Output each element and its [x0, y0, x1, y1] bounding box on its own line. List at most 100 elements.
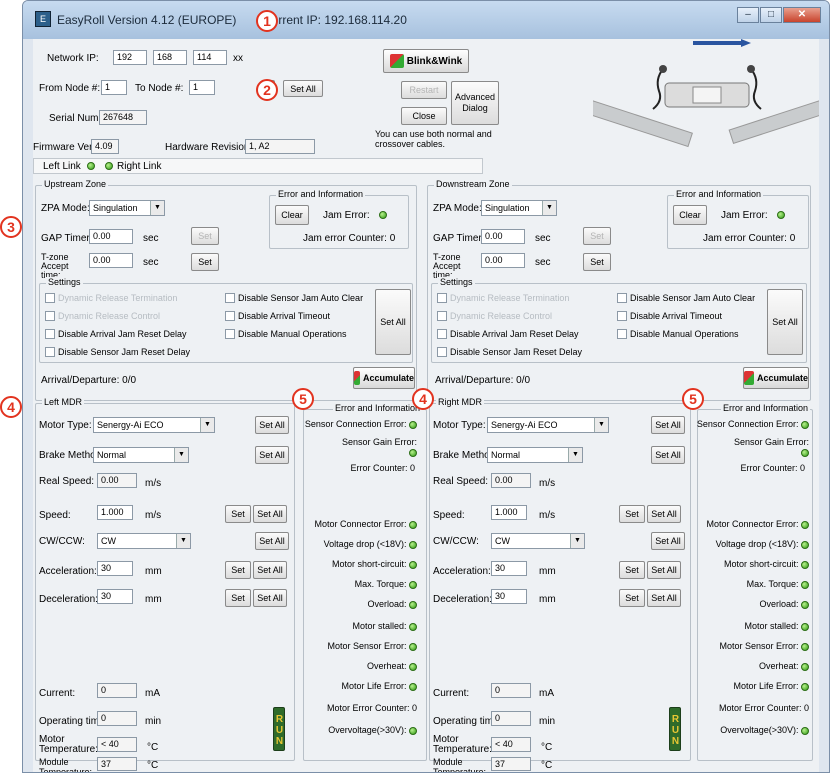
upstream-chk-sensor-jam-reset[interactable]: Disable Sensor Jam Reset Delay — [45, 347, 190, 357]
maximize-button[interactable]: □ — [760, 7, 782, 23]
upstream-chk-arrival-jam-reset[interactable]: Disable Arrival Jam Reset Delay — [45, 329, 187, 339]
sensor-gain-label: Sensor Gain Error: — [733, 437, 809, 447]
right-motor-type-select[interactable]: Senergy-Ai ECO ▼ — [487, 417, 609, 433]
upstream-chk-dyn-release-term[interactable]: Dynamic Release Termination — [45, 293, 177, 303]
right-mdr-error-title: Error and Information — [720, 403, 810, 413]
left-brake-select[interactable]: Normal ▼ — [93, 447, 189, 463]
downstream-gap-input[interactable]: 0.00 — [481, 229, 525, 244]
right-decel-set-button[interactable]: Set — [619, 589, 645, 607]
right-current-label: Current: — [433, 688, 470, 699]
right-cw-select[interactable]: CW ▼ — [491, 533, 585, 549]
right-motor-type-set-all-button[interactable]: Set All — [651, 416, 685, 434]
close-window-button[interactable]: ✕ — [783, 7, 821, 23]
ip-octet-1[interactable]: 192 — [113, 50, 147, 65]
right-speed-set-button[interactable]: Set — [619, 505, 645, 523]
left-motor-type-select[interactable]: Senergy-Ai ECO ▼ — [93, 417, 215, 433]
right-accel-set-button[interactable]: Set — [619, 561, 645, 579]
left-motor-error-counter: Motor Error Counter: 0 — [326, 703, 417, 713]
sensor-gain-label: Sensor Gain Error: — [341, 437, 417, 447]
downstream-gap-set-button[interactable]: Set — [583, 227, 611, 245]
left-decel-input[interactable]: 30 — [97, 589, 133, 604]
ip-octet-3[interactable]: 114 — [193, 50, 227, 65]
left-brake-set-all-button[interactable]: Set All — [255, 446, 289, 464]
upstream-gap-input[interactable]: 0.00 — [89, 229, 133, 244]
left-speed-set-all-button[interactable]: Set All — [253, 505, 287, 523]
left-cw-select[interactable]: CW ▼ — [97, 533, 191, 549]
downstream-chk-arrival-jam-reset[interactable]: Disable Arrival Jam Reset Delay — [437, 329, 579, 339]
left-speed-input[interactable]: 1.000 — [97, 505, 133, 520]
accumulate-icon — [354, 371, 360, 385]
chk-label: Disable Arrival Timeout — [630, 311, 723, 321]
left-speed-set-button[interactable]: Set — [225, 505, 251, 523]
right-cw-set-all-button[interactable]: Set All — [651, 532, 685, 550]
right-speed-set-all-button[interactable]: Set All — [647, 505, 681, 523]
downstream-chk-dyn-release-ctrl[interactable]: Dynamic Release Control — [437, 311, 552, 321]
left-optime-unit: min — [145, 716, 162, 727]
right-accel-set-all-button[interactable]: Set All — [647, 561, 681, 579]
downstream-chk-sensor-jam-auto[interactable]: Disable Sensor Jam Auto Clear — [617, 293, 755, 303]
close-button[interactable]: Close — [401, 107, 447, 125]
downstream-chk-dyn-release-term[interactable]: Dynamic Release Termination — [437, 293, 569, 303]
downstream-chk-sensor-jam-reset[interactable]: Disable Sensor Jam Reset Delay — [437, 347, 582, 357]
left-motor-type-set-all-button[interactable]: Set All — [255, 416, 289, 434]
upstream-zpa-select[interactable]: Singulation ▼ — [89, 200, 165, 216]
title-bar[interactable]: E EasyRoll Version 4.12 (EUROPE) Current… — [23, 1, 829, 39]
from-node-input[interactable]: 1 — [101, 80, 127, 95]
upstream-chk-arrival-timeout[interactable]: Disable Arrival Timeout — [225, 311, 330, 321]
upstream-accumulate-button[interactable]: Accumulate — [353, 367, 415, 389]
downstream-zpa-select[interactable]: Singulation ▼ — [481, 200, 557, 216]
right-decel-input[interactable]: 30 — [491, 589, 527, 604]
downstream-tzone-input[interactable]: 0.00 — [481, 253, 525, 268]
overload-label: Overload: — [759, 599, 799, 609]
right-speed-input[interactable]: 1.000 — [491, 505, 527, 520]
blink-wink-button[interactable]: Blink&Wink — [383, 49, 469, 73]
left-accel-set-all-button[interactable]: Set All — [253, 561, 287, 579]
current-ip: Current IP: 192.168.114.20 — [263, 13, 407, 27]
left-decel-set-button[interactable]: Set — [225, 589, 251, 607]
left-accel-set-button[interactable]: Set — [225, 561, 251, 579]
right-run-button[interactable]: RUN — [669, 707, 681, 751]
upstream-clear-button[interactable]: Clear — [275, 205, 309, 225]
upstream-tzone-unit: sec — [143, 257, 159, 268]
downstream-accumulate-button[interactable]: Accumulate — [743, 367, 809, 389]
led-icon — [409, 580, 417, 589]
upstream-settings-set-all-button[interactable]: Set All — [375, 289, 411, 355]
downstream-chk-arrival-timeout[interactable]: Disable Arrival Timeout — [617, 311, 722, 321]
header-set-all-button[interactable]: Set All — [283, 80, 323, 97]
restart-button[interactable]: Restart — [401, 81, 447, 99]
left-run-button[interactable]: RUN — [273, 707, 285, 751]
downstream-clear-button[interactable]: Clear — [673, 205, 707, 225]
left-current-unit: mA — [145, 688, 160, 699]
upstream-chk-dyn-release-ctrl[interactable]: Dynamic Release Control — [45, 311, 160, 321]
ip-octet-2[interactable]: 168 — [153, 50, 187, 65]
chevron-down-icon: ▼ — [594, 418, 608, 432]
downstream-chk-manual-ops[interactable]: Disable Manual Operations — [617, 329, 739, 339]
downstream-tzone-unit: sec — [535, 257, 551, 268]
right-link-led-icon — [105, 162, 113, 170]
upstream-chk-sensor-jam-auto[interactable]: Disable Sensor Jam Auto Clear — [225, 293, 363, 303]
right-module-temp-label: Module Temperature: — [433, 757, 487, 773]
right-brake-select[interactable]: Normal ▼ — [487, 447, 583, 463]
downstream-tzone-set-button[interactable]: Set — [583, 253, 611, 271]
right-decel-set-all-button[interactable]: Set All — [647, 589, 681, 607]
sensor-conn-label: Sensor Connection Error: — [304, 419, 407, 429]
led-icon — [409, 726, 417, 735]
to-node-input[interactable]: 1 — [189, 80, 215, 95]
left-cw-value: CW — [101, 536, 116, 546]
minimize-button[interactable]: – — [737, 7, 759, 23]
right-accel-input[interactable]: 30 — [491, 561, 527, 576]
upstream-chk-manual-ops[interactable]: Disable Manual Operations — [225, 329, 347, 339]
led-icon — [409, 682, 417, 691]
advanced-dialog-button[interactable]: Advanced Dialog — [451, 81, 499, 125]
upstream-gap-set-button[interactable]: Set — [191, 227, 219, 245]
left-cw-set-all-button[interactable]: Set All — [255, 532, 289, 550]
upstream-tzone-set-button[interactable]: Set — [191, 253, 219, 271]
led-icon — [409, 662, 417, 671]
downstream-settings-set-all-button[interactable]: Set All — [767, 289, 803, 355]
left-decel-set-all-button[interactable]: Set All — [253, 589, 287, 607]
right-optime-unit: min — [539, 716, 556, 727]
right-brake-set-all-button[interactable]: Set All — [651, 446, 685, 464]
upstream-tzone-input[interactable]: 0.00 — [89, 253, 133, 268]
left-mdr-title: Left MDR — [42, 397, 85, 407]
left-accel-input[interactable]: 30 — [97, 561, 133, 576]
